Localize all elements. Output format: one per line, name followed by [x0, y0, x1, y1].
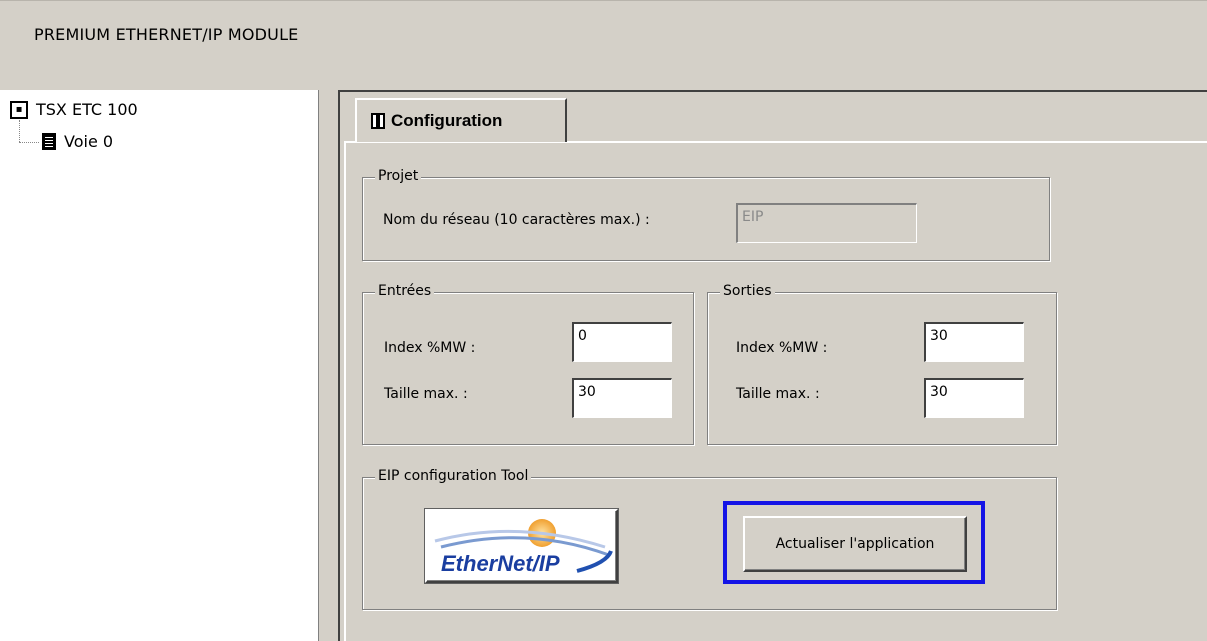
- entrees-index-field[interactable]: 0: [572, 322, 672, 362]
- tree-node-module-label: TSX ETC 100: [36, 100, 138, 119]
- sorties-size-label: Taille max. :: [736, 386, 820, 402]
- sorties-group: Sorties: [707, 283, 1057, 445]
- ethernet-ip-logo-icon: EtherNet/IP: [434, 519, 613, 576]
- tree-connector-vertical: [19, 120, 20, 142]
- entrees-index-label: Index %MW :: [384, 340, 476, 356]
- update-application-button[interactable]: Actualiser l'application: [743, 516, 967, 572]
- document-icon: [42, 133, 56, 150]
- entrees-size-field[interactable]: 30: [572, 378, 672, 418]
- sorties-index-field[interactable]: 30: [924, 322, 1024, 362]
- module-tree: ▪ TSX ETC 100 Voie 0: [0, 90, 318, 641]
- sorties-size-field[interactable]: 30: [924, 378, 1024, 418]
- entrees-size-label: Taille max. :: [384, 386, 468, 402]
- tab-configuration-label: Configuration: [391, 111, 503, 130]
- network-name-field[interactable]: EIP: [736, 203, 917, 243]
- tree-node-voie-label: Voie 0: [64, 132, 114, 151]
- tree-connector-horizontal: [19, 142, 39, 143]
- entrees-group: Entrées: [362, 283, 694, 445]
- svg-text:EtherNet/IP: EtherNet/IP: [441, 551, 560, 576]
- title-bar: PREMIUM ETHERNET/IP MODULE: [0, 0, 1207, 90]
- ethernet-ip-logo-button[interactable]: EtherNet/IP: [424, 508, 619, 584]
- sorties-index-label: Index %MW :: [736, 340, 828, 356]
- window-title: PREMIUM ETHERNET/IP MODULE: [34, 25, 299, 44]
- projet-legend: Projet: [375, 168, 422, 184]
- network-name-label: Nom du réseau (10 caractères max.) :: [383, 212, 650, 228]
- tree-node-voie[interactable]: Voie 0: [42, 132, 113, 151]
- eip-tool-legend: EIP configuration Tool: [375, 468, 532, 484]
- entrees-legend: Entrées: [375, 283, 435, 299]
- sorties-legend: Sorties: [720, 283, 775, 299]
- pane-splitter[interactable]: [318, 90, 338, 641]
- tree-node-module[interactable]: ▪ TSX ETC 100: [10, 100, 138, 119]
- tab-configuration[interactable]: Configuration: [355, 98, 567, 142]
- config-icon: [371, 113, 385, 129]
- module-icon: ▪: [10, 100, 28, 119]
